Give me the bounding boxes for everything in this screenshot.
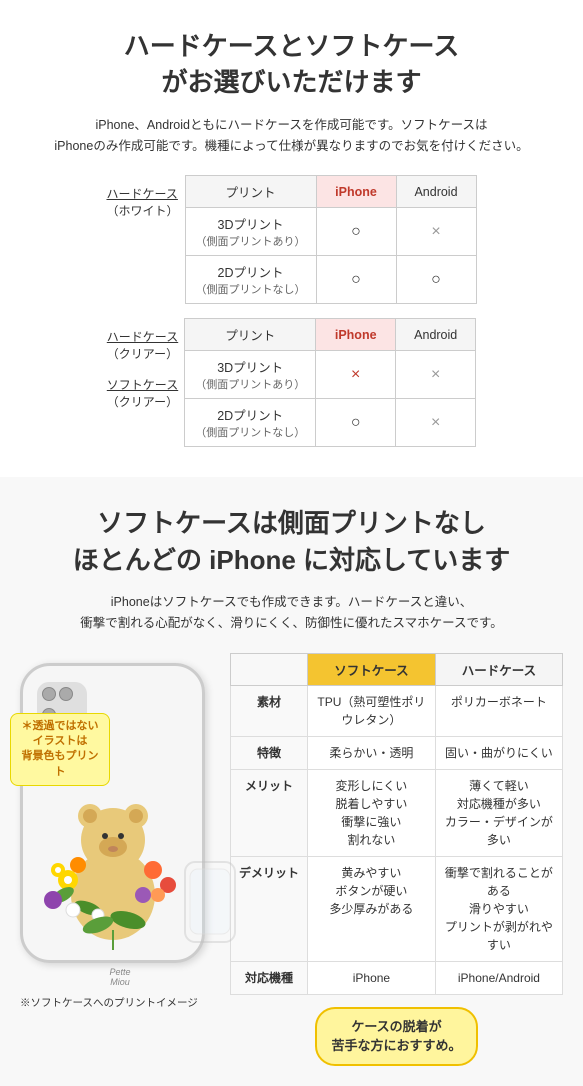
comp-table: ソフトケース ハードケース 素材 TPU（熱可塑性ポリウレタン） ポリカーボネー… [230, 653, 563, 995]
label-compatible: 対応機種 [231, 961, 308, 994]
hard-case-header: ハードケース [435, 653, 562, 685]
section1-title: ハードケースとソフトケースがお選びいただけます [20, 28, 563, 101]
soft-material: TPU（熱可塑性ポリウレタン） [308, 685, 436, 736]
col-print-header: プリント [185, 176, 316, 208]
table-row: 3Dプリント（側面プリントあり） ○ × [185, 208, 476, 256]
table2-section: ハードケース（クリアー） ソフトケース（クリアー） プリント iPhone An… [20, 318, 563, 447]
iphone-2d-val: ○ [316, 256, 396, 304]
comp-table-col: ソフトケース ハードケース 素材 TPU（熱可塑性ポリウレタン） ポリカーボネー… [230, 653, 563, 1066]
comp-row-demerit: デメリット 黄みやすいボタンが硬い多少厚みがある 衝撃で割れることがある滑りやす… [231, 856, 563, 961]
print-type-3d-clear: 3Dプリント（側面プリントあり） [185, 351, 316, 399]
comp-row-feature: 特徴 柔らかい・透明 固い・曲がりにくい [231, 736, 563, 769]
section2: ソフトケースは側面プリントなしほとんどの iPhone に対応しています iPh… [0, 477, 583, 1085]
table-row: 2Dプリント（側面プリントなし） ○ × [185, 399, 476, 447]
section1-desc: iPhone、Androidともにハードケースを作成可能です。ソフトケースはiP… [20, 115, 563, 158]
comparison-area: ＊透過ではないイラストは背景色もプリント [20, 653, 563, 1066]
comp-row-material: 素材 TPU（熱可塑性ポリウレタン） ポリカーボネート [231, 685, 563, 736]
soft-demerit: 黄みやすいボタンが硬い多少厚みがある [308, 856, 436, 961]
phone-mockup-col: ＊透過ではないイラストは背景色もプリント [20, 653, 220, 1010]
soft-case-header: ソフトケース [308, 653, 436, 685]
section1: ハードケースとソフトケースがお選びいただけます iPhone、Androidとも… [0, 0, 583, 477]
table2: プリント iPhone Android 3Dプリント（側面プリントあり） × ×… [184, 318, 476, 447]
hard-soft-clear-label: ハードケース（クリアー） ソフトケース（クリアー） [107, 318, 184, 410]
tip-area: ケースの脱着が苦手な方におすすめ。 [230, 995, 563, 1066]
print-type-3d: 3Dプリント（側面プリントあり） [185, 208, 316, 256]
android-2d-clear-val: × [396, 399, 476, 447]
comp-row-merit: メリット 変形しにくい脱着しやすい衝撃に強い割れない 薄くて軽い対応機種が多いカ… [231, 769, 563, 856]
hard-compatible: iPhone/Android [435, 961, 562, 994]
col-print-header2: プリント [185, 319, 316, 351]
android-2d-val: ○ [396, 256, 476, 304]
comp-header-row: ソフトケース ハードケース [231, 653, 563, 685]
print-type-2d: 2Dプリント（側面プリントなし） [185, 256, 316, 304]
hard-material: ポリカーボネート [435, 685, 562, 736]
soft-feature: 柔らかい・透明 [308, 736, 436, 769]
iphone-3d-clear-val: × [316, 351, 396, 399]
iphone-3d-val: ○ [316, 208, 396, 256]
hard-merit: 薄くて軽い対応機種が多いカラー・デザインが多い [435, 769, 562, 856]
table-row: 2Dプリント（側面プリントなし） ○ ○ [185, 256, 476, 304]
phone-brand-text: PetteMiou [20, 967, 220, 987]
hard-feature: 固い・曲がりにくい [435, 736, 562, 769]
table1-section: ハードケース（ホワイト） プリント iPhone Android 3Dプリント（… [20, 175, 563, 304]
col-android-header1: Android [396, 176, 476, 208]
camera-dot [42, 687, 56, 701]
section2-title: ソフトケースは側面プリントなしほとんどの iPhone に対応しています [20, 505, 563, 578]
transparent-case [180, 857, 240, 950]
table1: プリント iPhone Android 3Dプリント（側面プリントあり） ○ ×… [185, 175, 477, 304]
notice-bubble: ＊透過ではないイラストは背景色もプリント [10, 713, 110, 787]
comp-row-compatible: 対応機種 iPhone iPhone/Android [231, 961, 563, 994]
soft-merit: 変形しにくい脱着しやすい衝撃に強い割れない [308, 769, 436, 856]
print-type-2d-clear: 2Dプリント（側面プリントなし） [185, 399, 316, 447]
label-material: 素材 [231, 685, 308, 736]
phone-outer [20, 663, 205, 963]
comp-empty-header [231, 653, 308, 685]
table-row: 3Dプリント（側面プリントあり） × × [185, 351, 476, 399]
col-iphone-header1: iPhone [316, 176, 396, 208]
footnote: ※ソフトケースへのプリントイメージ [20, 995, 220, 1010]
android-3d-val: × [396, 208, 476, 256]
hard-demerit: 衝撃で割れることがある滑りやすいプリントが剥がれやすい [435, 856, 562, 961]
label-feature: 特徴 [231, 736, 308, 769]
camera-dot [59, 687, 73, 701]
label-demerit: デメリット [231, 856, 308, 961]
iphone-2d-clear-val: ○ [316, 399, 396, 447]
tip-bubble: ケースの脱着が苦手な方におすすめ。 [315, 1007, 477, 1066]
android-3d-clear-val: × [396, 351, 476, 399]
col-android-header2: Android [396, 319, 476, 351]
section2-desc: iPhoneはソフトケースでも作成できます。ハードケースと違い、衝撃で割れる心配… [20, 592, 563, 635]
soft-compatible: iPhone [308, 961, 436, 994]
col-iphone-header2: iPhone [316, 319, 396, 351]
hard-case-white-label: ハードケース（ホワイト） [106, 175, 184, 219]
label-merit: メリット [231, 769, 308, 856]
